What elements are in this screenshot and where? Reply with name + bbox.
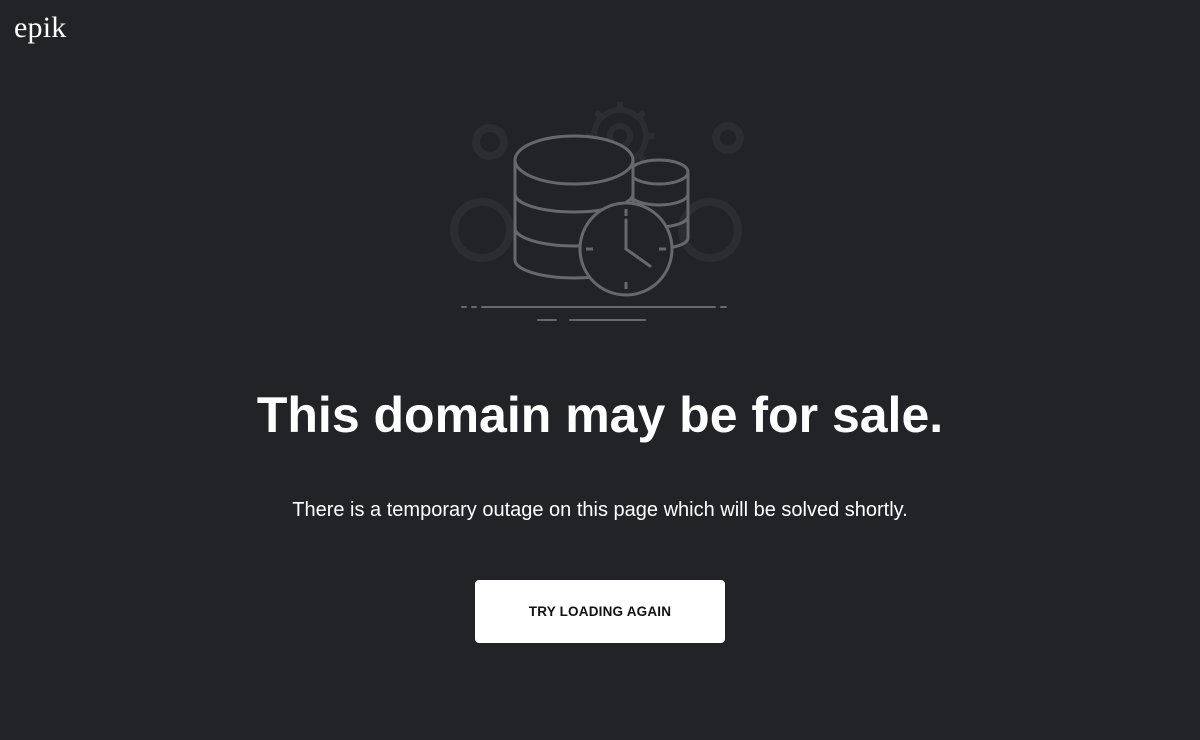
try-loading-again-button[interactable]: TRY LOADING AGAIN <box>475 580 725 643</box>
ground-lines <box>461 306 727 321</box>
outage-message: There is a temporary outage on this page… <box>292 499 908 521</box>
epik-logo[interactable]: epik <box>14 10 66 46</box>
clock-icon <box>578 201 674 297</box>
page-headline: This domain may be for sale. <box>256 387 944 443</box>
database-clock-icon <box>450 102 744 321</box>
database-clock-illustration <box>440 90 760 330</box>
